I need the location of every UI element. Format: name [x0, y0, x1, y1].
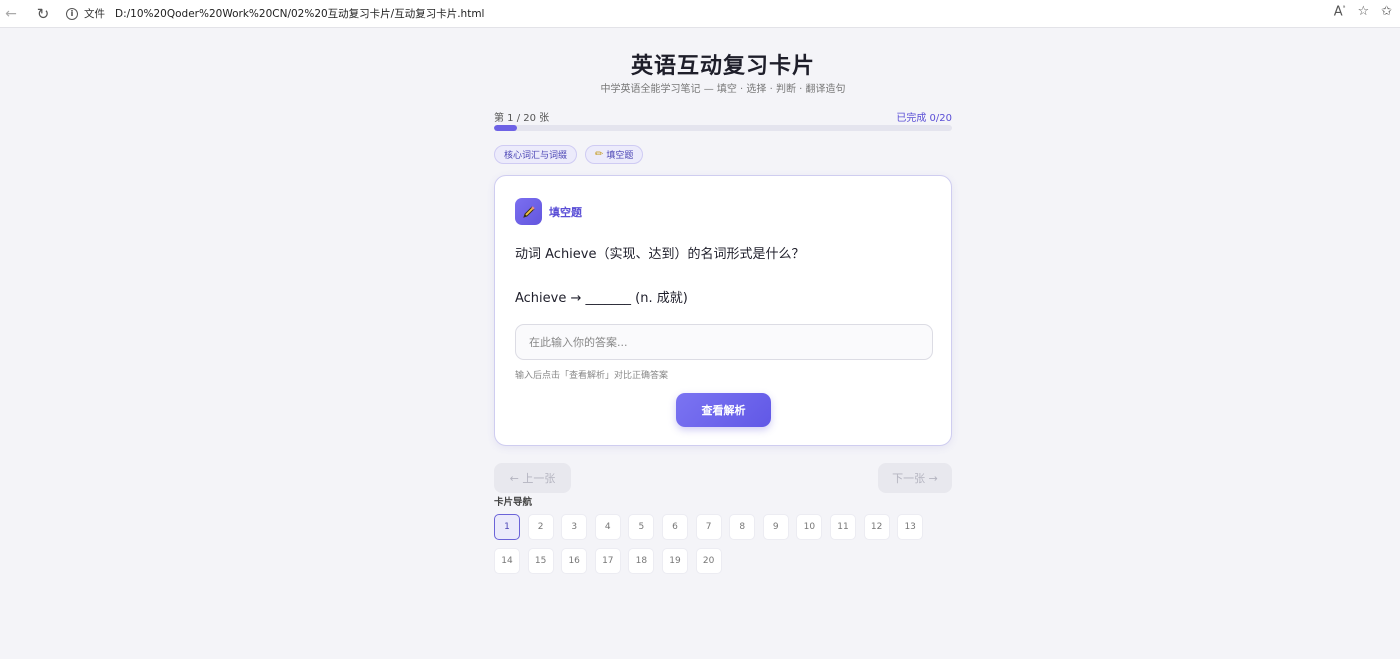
card-nav-item[interactable]: 11: [830, 514, 856, 540]
card-nav-item[interactable]: 14: [494, 548, 520, 574]
card-nav-item[interactable]: 9: [762, 514, 789, 540]
card-nav-item[interactable]: 2: [527, 514, 554, 540]
card-nav-item[interactable]: 6: [662, 514, 688, 540]
answer-input[interactable]: [515, 324, 933, 360]
card-nav-item[interactable]: 1: [494, 514, 520, 540]
view-analysis-button[interactable]: 查看解析: [676, 393, 771, 427]
favorites-list-icon[interactable]: ✩: [1381, 4, 1392, 19]
browser-toolbar: ← ↻ i 文件 D:/10%20Qoder%20Work%20CN/02%20…: [0, 0, 1400, 28]
reload-icon[interactable]: ↻: [32, 3, 54, 25]
card-tags: 核心词汇与词缀 ✏ 填空题: [494, 145, 644, 164]
card-nav-item[interactable]: 7: [695, 514, 722, 540]
info-icon[interactable]: i: [66, 7, 78, 20]
tag-question-type: ✏ 填空题: [585, 145, 644, 164]
card-nav-item[interactable]: 17: [594, 548, 621, 574]
address-bar[interactable]: i 文件 D:/10%20Qoder%20Work%20CN/02%20互动复习…: [66, 3, 1388, 25]
card-type-header: 填空题: [515, 198, 582, 225]
card-type-label: 填空题: [549, 205, 582, 219]
url-text[interactable]: D:/10%20Qoder%20Work%20CN/02%20互动复习卡片/互动…: [115, 6, 484, 21]
progress-completed: 已完成 0/20: [896, 113, 952, 124]
card-nav-item[interactable]: 8: [729, 514, 756, 540]
tag-category-label: 核心词汇与词缀: [504, 151, 568, 161]
question-card: 填空题 动词 Achieve（实现、达到）的名词形式是什么？ Achieve →…: [494, 175, 952, 446]
favorite-star-icon[interactable]: ☆: [1357, 4, 1369, 19]
card-nav-item[interactable]: 12: [863, 514, 890, 540]
pencil-icon: [515, 198, 542, 225]
card-nav-item[interactable]: 19: [662, 548, 688, 574]
card-nav-item[interactable]: 18: [628, 548, 655, 574]
toolbar-actions: Aᵃ ☆ ✩: [1334, 4, 1392, 19]
page-subtitle: 中学英语全能学习笔记 — 填空 · 选择 · 判断 · 翻译造句: [600, 84, 846, 95]
prev-card-button[interactable]: ← 上一张: [494, 463, 571, 493]
progress-bar-fill: [494, 125, 517, 131]
tag-category: 核心词汇与词缀: [494, 145, 578, 164]
card-nav-item[interactable]: 4: [594, 514, 621, 540]
progress-bar: [494, 125, 952, 131]
fill-blank-prompt: Achieve → _______ (n. 成就): [515, 291, 688, 306]
card-nav-item[interactable]: 5: [628, 514, 655, 540]
card-nav-item[interactable]: 20: [695, 548, 722, 574]
page-title: 英语互动复习卡片: [630, 54, 815, 79]
card-nav-item[interactable]: 13: [897, 514, 924, 540]
card-nav-item[interactable]: 15: [527, 548, 554, 574]
card-nav-item[interactable]: 10: [796, 514, 823, 540]
card-nav-item[interactable]: 3: [561, 514, 588, 540]
question-text: 动词 Achieve（实现、达到）的名词形式是什么？: [515, 247, 805, 262]
pencil-icon: ✏: [595, 149, 604, 160]
input-hint: 输入后点击「查看解析」对比正确答案: [515, 371, 669, 381]
progress-position: 第 1 / 20 张: [494, 113, 550, 124]
next-card-button[interactable]: 下一张 →: [878, 463, 952, 493]
card-navigator-title: 卡片导航: [494, 497, 533, 508]
tag-type-label: 填空题: [606, 151, 634, 161]
read-aloud-icon[interactable]: Aᵃ: [1334, 4, 1346, 19]
card-nav-item[interactable]: 16: [561, 548, 588, 574]
back-arrow-icon[interactable]: ←: [0, 3, 22, 25]
file-label: 文件: [84, 8, 105, 20]
